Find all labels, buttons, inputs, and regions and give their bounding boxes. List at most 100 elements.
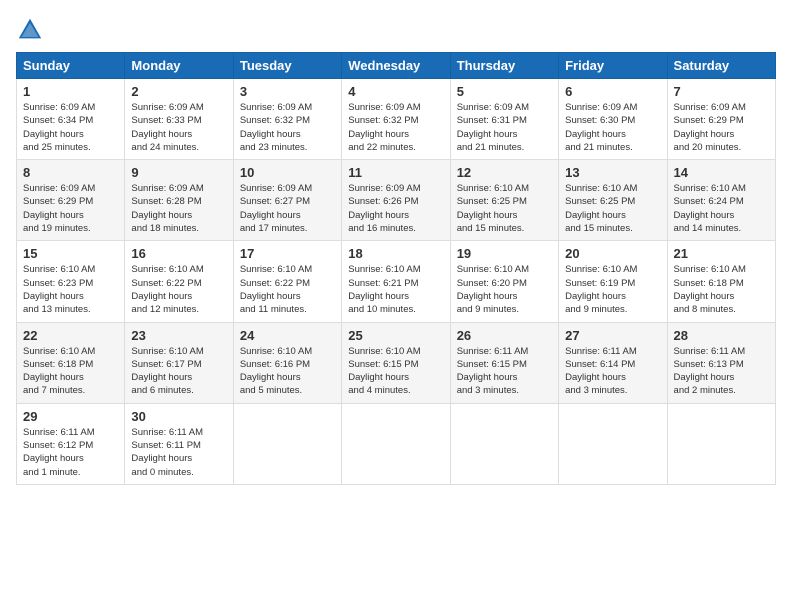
calendar-cell: 3 Sunrise: 6:09 AMSunset: 6:32 PMDaylight… — [233, 79, 341, 160]
day-info: Sunrise: 6:11 AMSunset: 6:15 PMDaylight … — [457, 345, 552, 398]
calendar-cell: 16 Sunrise: 6:10 AMSunset: 6:22 PMDayligh… — [125, 241, 233, 322]
day-number: 14 — [674, 165, 769, 180]
weekday-header-wednesday: Wednesday — [342, 53, 450, 79]
weekday-header-saturday: Saturday — [667, 53, 775, 79]
day-info: Sunrise: 6:10 AMSunset: 6:22 PMDaylight … — [240, 263, 335, 316]
day-info: Sunrise: 6:09 AMSunset: 6:30 PMDaylight … — [565, 101, 660, 154]
day-number: 6 — [565, 84, 660, 99]
calendar-cell — [667, 403, 775, 484]
calendar-cell: 22 Sunrise: 6:10 AMSunset: 6:18 PMDayligh… — [17, 322, 125, 403]
day-number: 28 — [674, 328, 769, 343]
day-number: 12 — [457, 165, 552, 180]
day-info: Sunrise: 6:09 AMSunset: 6:27 PMDaylight … — [240, 182, 335, 235]
day-number: 1 — [23, 84, 118, 99]
day-number: 22 — [23, 328, 118, 343]
day-number: 3 — [240, 84, 335, 99]
day-number: 13 — [565, 165, 660, 180]
day-info: Sunrise: 6:09 AMSunset: 6:29 PMDaylight … — [674, 101, 769, 154]
day-number: 20 — [565, 246, 660, 261]
calendar-cell — [450, 403, 558, 484]
day-number: 25 — [348, 328, 443, 343]
day-number: 17 — [240, 246, 335, 261]
calendar-cell: 10 Sunrise: 6:09 AMSunset: 6:27 PMDayligh… — [233, 160, 341, 241]
weekday-header-monday: Monday — [125, 53, 233, 79]
day-info: Sunrise: 6:09 AMSunset: 6:33 PMDaylight … — [131, 101, 226, 154]
day-number: 21 — [674, 246, 769, 261]
weekday-header-friday: Friday — [559, 53, 667, 79]
day-info: Sunrise: 6:10 AMSunset: 6:18 PMDaylight … — [23, 345, 118, 398]
day-info: Sunrise: 6:10 AMSunset: 6:24 PMDaylight … — [674, 182, 769, 235]
day-info: Sunrise: 6:10 AMSunset: 6:18 PMDaylight … — [674, 263, 769, 316]
calendar-cell: 25 Sunrise: 6:10 AMSunset: 6:15 PMDayligh… — [342, 322, 450, 403]
day-number: 23 — [131, 328, 226, 343]
day-info: Sunrise: 6:10 AMSunset: 6:19 PMDaylight … — [565, 263, 660, 316]
day-number: 27 — [565, 328, 660, 343]
day-info: Sunrise: 6:10 AMSunset: 6:16 PMDaylight … — [240, 345, 335, 398]
weekday-header-row: SundayMondayTuesdayWednesdayThursdayFrid… — [17, 53, 776, 79]
calendar-cell: 2 Sunrise: 6:09 AMSunset: 6:33 PMDaylight… — [125, 79, 233, 160]
calendar-cell: 4 Sunrise: 6:09 AMSunset: 6:32 PMDaylight… — [342, 79, 450, 160]
calendar-cell — [342, 403, 450, 484]
logo-icon — [16, 16, 44, 44]
calendar-cell: 12 Sunrise: 6:10 AMSunset: 6:25 PMDayligh… — [450, 160, 558, 241]
calendar-cell: 5 Sunrise: 6:09 AMSunset: 6:31 PMDaylight… — [450, 79, 558, 160]
calendar-cell — [559, 403, 667, 484]
day-info: Sunrise: 6:11 AMSunset: 6:12 PMDaylight … — [23, 426, 118, 479]
day-info: Sunrise: 6:10 AMSunset: 6:22 PMDaylight … — [131, 263, 226, 316]
day-info: Sunrise: 6:10 AMSunset: 6:15 PMDaylight … — [348, 345, 443, 398]
calendar-cell: 9Sunrise: 6:09 AMSunset: 6:28 PMDaylight… — [125, 160, 233, 241]
calendar-cell: 1 Sunrise: 6:09 AMSunset: 6:34 PMDaylight… — [17, 79, 125, 160]
calendar-cell: 24 Sunrise: 6:10 AMSunset: 6:16 PMDayligh… — [233, 322, 341, 403]
day-info: Sunrise: 6:09 AMSunset: 6:26 PMDaylight … — [348, 182, 443, 235]
weekday-header-tuesday: Tuesday — [233, 53, 341, 79]
day-info: Sunrise: 6:10 AMSunset: 6:17 PMDaylight … — [131, 345, 226, 398]
day-info: Sunrise: 6:10 AMSunset: 6:21 PMDaylight … — [348, 263, 443, 316]
weekday-header-sunday: Sunday — [17, 53, 125, 79]
calendar-cell: 21 Sunrise: 6:10 AMSunset: 6:18 PMDayligh… — [667, 241, 775, 322]
day-info: Sunrise: 6:09 AMSunset: 6:32 PMDaylight … — [240, 101, 335, 154]
day-number: 5 — [457, 84, 552, 99]
day-info: Sunrise: 6:09 AMSunset: 6:31 PMDaylight … — [457, 101, 552, 154]
day-info: Sunrise: 6:09 AMSunset: 6:32 PMDaylight … — [348, 101, 443, 154]
calendar-week-3: 15Sunrise: 6:10 AMSunset: 6:23 PMDayligh… — [17, 241, 776, 322]
logo — [16, 16, 48, 44]
calendar-cell: 14 Sunrise: 6:10 AMSunset: 6:24 PMDayligh… — [667, 160, 775, 241]
calendar-cell: 29Sunrise: 6:11 AMSunset: 6:12 PMDayligh… — [17, 403, 125, 484]
day-number: 24 — [240, 328, 335, 343]
day-number: 30 — [131, 409, 226, 424]
calendar-week-5: 29Sunrise: 6:11 AMSunset: 6:12 PMDayligh… — [17, 403, 776, 484]
calendar-cell: 19 Sunrise: 6:10 AMSunset: 6:20 PMDayligh… — [450, 241, 558, 322]
calendar-cell: 17 Sunrise: 6:10 AMSunset: 6:22 PMDayligh… — [233, 241, 341, 322]
day-info: Sunrise: 6:09 AMSunset: 6:29 PMDaylight … — [23, 182, 118, 235]
day-info: Sunrise: 6:11 AMSunset: 6:14 PMDaylight … — [565, 345, 660, 398]
calendar-cell: 15Sunrise: 6:10 AMSunset: 6:23 PMDayligh… — [17, 241, 125, 322]
calendar-cell: 26 Sunrise: 6:11 AMSunset: 6:15 PMDayligh… — [450, 322, 558, 403]
calendar-cell: 30 Sunrise: 6:11 AMSunset: 6:11 PMDayligh… — [125, 403, 233, 484]
day-info: Sunrise: 6:11 AMSunset: 6:13 PMDaylight … — [674, 345, 769, 398]
day-info: Sunrise: 6:10 AMSunset: 6:25 PMDaylight … — [565, 182, 660, 235]
day-info: Sunrise: 6:11 AMSunset: 6:11 PMDaylight … — [131, 426, 226, 479]
day-number: 26 — [457, 328, 552, 343]
calendar-week-2: 8Sunrise: 6:09 AMSunset: 6:29 PMDaylight… — [17, 160, 776, 241]
page-header — [16, 16, 776, 44]
calendar-cell: 23 Sunrise: 6:10 AMSunset: 6:17 PMDayligh… — [125, 322, 233, 403]
calendar-cell: 7Sunrise: 6:09 AMSunset: 6:29 PMDaylight… — [667, 79, 775, 160]
day-info: Sunrise: 6:09 AMSunset: 6:34 PMDaylight … — [23, 101, 118, 154]
day-number: 2 — [131, 84, 226, 99]
day-number: 19 — [457, 246, 552, 261]
day-info: Sunrise: 6:10 AMSunset: 6:20 PMDaylight … — [457, 263, 552, 316]
day-number: 10 — [240, 165, 335, 180]
calendar-cell: 6 Sunrise: 6:09 AMSunset: 6:30 PMDaylight… — [559, 79, 667, 160]
calendar-cell: 28 Sunrise: 6:11 AMSunset: 6:13 PMDayligh… — [667, 322, 775, 403]
day-number: 4 — [348, 84, 443, 99]
day-number: 16 — [131, 246, 226, 261]
day-number: 9 — [131, 165, 226, 180]
day-info: Sunrise: 6:10 AMSunset: 6:25 PMDaylight … — [457, 182, 552, 235]
day-info: Sunrise: 6:10 AMSunset: 6:23 PMDaylight … — [23, 263, 118, 316]
calendar-cell — [233, 403, 341, 484]
calendar-cell: 13 Sunrise: 6:10 AMSunset: 6:25 PMDayligh… — [559, 160, 667, 241]
calendar-cell: 20 Sunrise: 6:10 AMSunset: 6:19 PMDayligh… — [559, 241, 667, 322]
calendar-table: SundayMondayTuesdayWednesdayThursdayFrid… — [16, 52, 776, 485]
calendar-week-1: 1 Sunrise: 6:09 AMSunset: 6:34 PMDaylight… — [17, 79, 776, 160]
calendar-cell: 8Sunrise: 6:09 AMSunset: 6:29 PMDaylight… — [17, 160, 125, 241]
